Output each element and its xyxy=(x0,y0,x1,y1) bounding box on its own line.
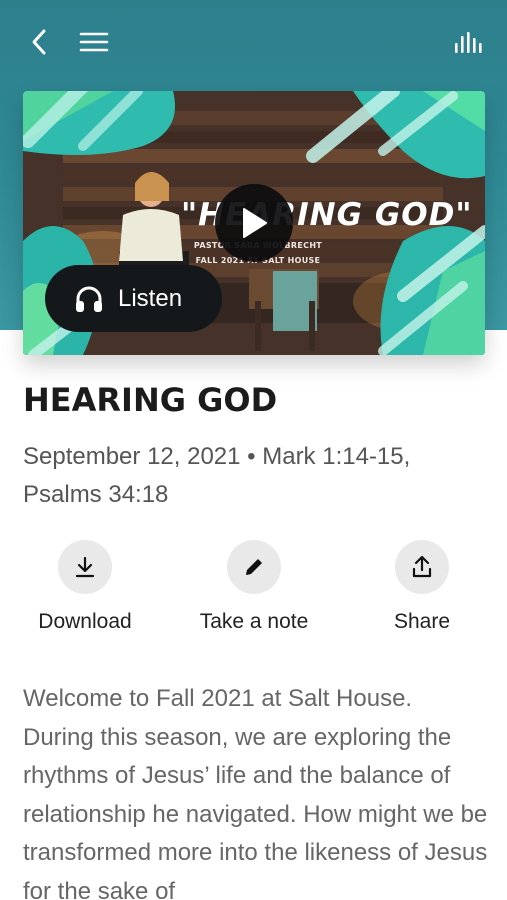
back-button[interactable] xyxy=(22,24,56,60)
take-note-button[interactable]: Take a note xyxy=(189,540,319,634)
listen-label: Listen xyxy=(118,284,183,312)
sermon-description: Welcome to Fall 2021 at Salt House. Duri… xyxy=(23,685,488,900)
share-label: Share xyxy=(393,610,451,633)
download-label: Download xyxy=(38,610,132,633)
top-bar xyxy=(0,0,507,86)
pencil-icon xyxy=(246,559,262,575)
sermon-title: HEARING GOD xyxy=(23,381,278,419)
chevron-left-icon xyxy=(32,29,46,55)
share-icon xyxy=(412,555,432,578)
share-button[interactable]: Share xyxy=(380,540,464,634)
take-note-label: Take a note xyxy=(199,610,309,633)
download-icon-circle[interactable] xyxy=(58,540,112,594)
download-icon xyxy=(75,556,95,578)
menu-button[interactable] xyxy=(76,24,112,60)
equalizer-bars-icon xyxy=(455,32,482,53)
action-row: Download Take a note Share xyxy=(0,540,507,650)
headphones-icon xyxy=(76,286,102,312)
download-button[interactable]: Download xyxy=(30,540,140,634)
sermon-artwork[interactable]: "HEARING GOD" PASTOR SARA WOLBRECHT FALL… xyxy=(23,91,485,355)
play-button[interactable] xyxy=(215,184,293,262)
listen-button[interactable]: Listen xyxy=(45,265,222,332)
note-icon-circle[interactable] xyxy=(227,540,281,594)
stats-button[interactable] xyxy=(450,26,486,60)
hamburger-menu-icon xyxy=(79,32,109,52)
play-icon xyxy=(243,208,267,238)
share-icon-circle[interactable] xyxy=(395,540,449,594)
sermon-meta: September 12, 2021 • Mark 1:14-15, Psalm… xyxy=(23,443,411,508)
